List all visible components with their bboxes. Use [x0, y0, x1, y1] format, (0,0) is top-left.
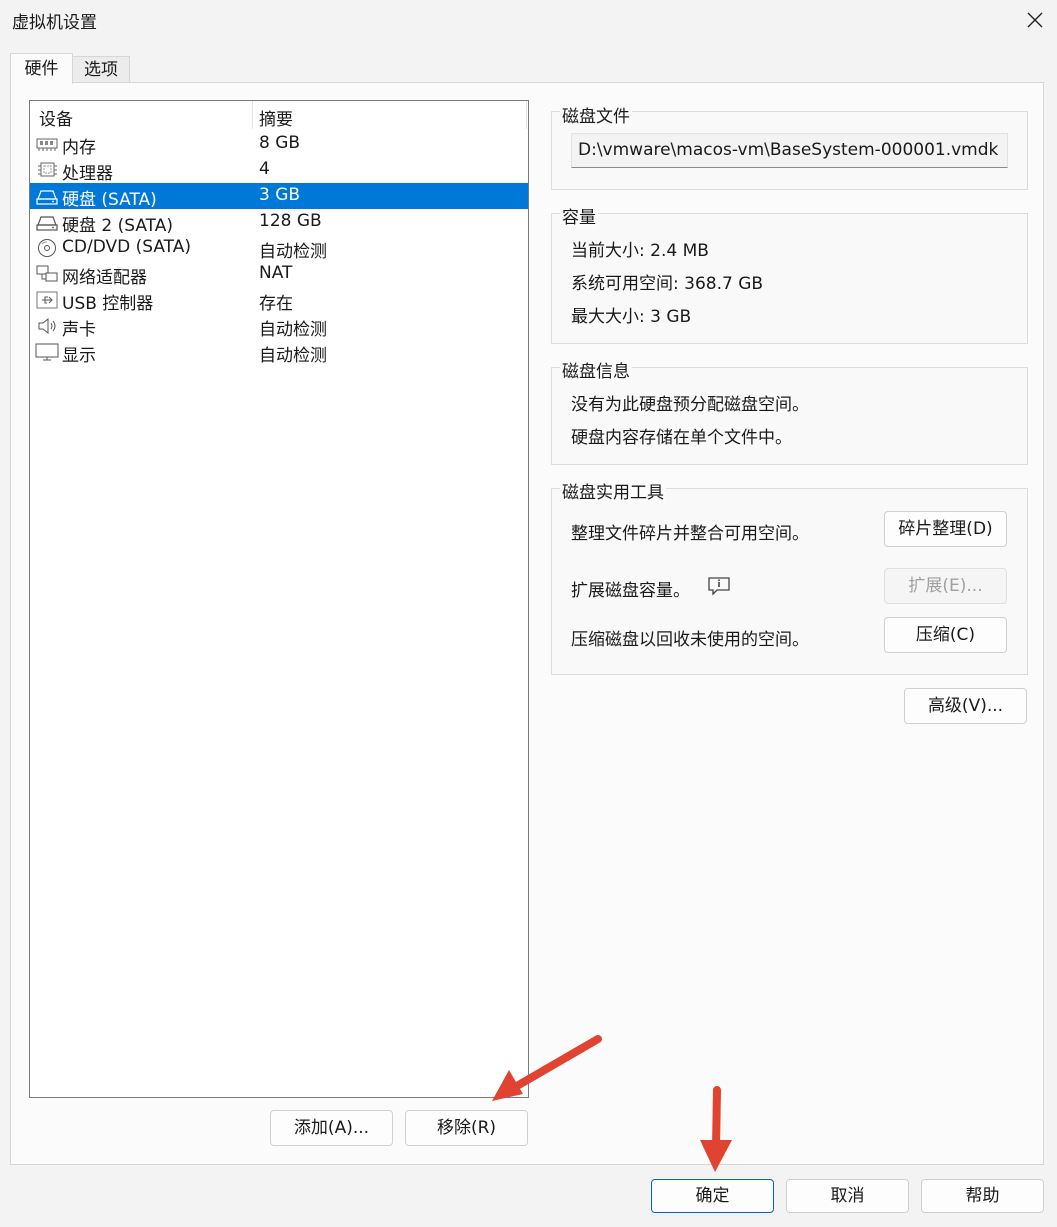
- expand-description: 扩展磁盘容量。: [571, 581, 690, 601]
- help-button[interactable]: 帮助: [921, 1179, 1044, 1213]
- max-size-label: 最大大小:: [571, 307, 645, 327]
- network-adapter-icon: [36, 265, 58, 282]
- available-space-value: 368.7 GB: [684, 274, 764, 294]
- device-name: 声卡: [62, 320, 96, 340]
- available-space-label: 系统可用空间:: [571, 274, 679, 294]
- device-row-hard-disk-2[interactable]: 硬盘 2 (SATA) 128 GB: [30, 209, 528, 236]
- disk-info-line: 没有为此硬盘预分配磁盘空间。: [571, 395, 809, 415]
- usb-icon: [36, 291, 58, 309]
- device-name: 内存: [62, 138, 96, 158]
- disk-utilities-group-title: 磁盘实用工具: [560, 478, 666, 503]
- remove-button[interactable]: 移除(R): [405, 1110, 528, 1146]
- device-summary: 3 GB: [259, 185, 301, 205]
- device-name: 处理器: [62, 164, 113, 184]
- column-divider[interactable]: [252, 101, 253, 129]
- max-size-row: 最大大小: 3 GB: [571, 302, 691, 327]
- current-size-label: 当前大小:: [571, 241, 645, 261]
- device-summary: 自动检测: [259, 346, 327, 366]
- disk-file-group-title: 磁盘文件: [560, 102, 632, 127]
- hard-disk-icon: [36, 190, 58, 205]
- current-size-row: 当前大小: 2.4 MB: [571, 236, 709, 261]
- compact-description: 压缩磁盘以回收未使用的空间。: [571, 630, 809, 650]
- tab-hardware[interactable]: 硬件: [10, 53, 73, 84]
- capacity-group-title: 容量: [560, 203, 598, 228]
- device-name: 硬盘 (SATA): [62, 190, 157, 210]
- cd-dvd-icon: [38, 239, 56, 257]
- device-row-display[interactable]: 显示 自动检测: [30, 339, 528, 366]
- device-row-memory[interactable]: 内存 8 GB: [30, 131, 528, 158]
- device-summary: 4: [259, 159, 270, 179]
- info-icon[interactable]: [707, 576, 731, 596]
- device-summary: 自动检测: [259, 320, 327, 340]
- device-row-cd-dvd[interactable]: CD/DVD (SATA) 自动检测: [30, 235, 528, 262]
- disk-info-group-title: 磁盘信息: [560, 357, 632, 382]
- column-header-device[interactable]: 设备: [39, 105, 73, 130]
- window-title: 虚拟机设置: [12, 13, 97, 33]
- defrag-description: 整理文件碎片并整合可用空间。: [571, 524, 809, 544]
- device-summary: 存在: [259, 294, 293, 314]
- current-size-value: 2.4 MB: [650, 241, 709, 261]
- close-button[interactable]: [1012, 0, 1057, 40]
- device-name: CD/DVD (SATA): [62, 237, 191, 257]
- device-summary: 8 GB: [259, 133, 301, 153]
- device-row-hard-disk[interactable]: 硬盘 (SATA) 3 GB: [30, 183, 528, 210]
- device-row-sound-card[interactable]: 声卡 自动检测: [30, 313, 528, 340]
- available-space-row: 系统可用空间: 368.7 GB: [571, 269, 763, 294]
- add-button[interactable]: 添加(A)...: [270, 1110, 393, 1146]
- device-summary: 自动检测: [259, 242, 327, 262]
- close-icon: [1027, 12, 1042, 28]
- device-name: USB 控制器: [62, 294, 154, 314]
- device-row-network-adapter[interactable]: 网络适配器 NAT: [30, 261, 528, 288]
- device-summary: NAT: [259, 263, 293, 283]
- disk-file-path-field[interactable]: D:\vmware\macos-vm\BaseSystem-000001.vmd…: [571, 133, 1008, 168]
- device-row-usb-controller[interactable]: USB 控制器 存在: [30, 287, 528, 314]
- defragment-button[interactable]: 碎片整理(D): [884, 511, 1007, 547]
- memory-icon: [36, 138, 58, 151]
- processor-icon: [38, 162, 57, 177]
- tab-options[interactable]: 选项: [73, 56, 130, 83]
- device-name: 硬盘 2 (SATA): [62, 216, 173, 236]
- compact-button[interactable]: 压缩(C): [884, 617, 1007, 653]
- max-size-value: 3 GB: [650, 307, 692, 327]
- column-header-summary[interactable]: 摘要: [259, 105, 293, 130]
- title-bar: 虚拟机设置: [0, 0, 1057, 42]
- advanced-button[interactable]: 高级(V)...: [904, 688, 1027, 724]
- speaker-icon: [38, 317, 56, 335]
- disk-info-line: 硬盘内容存储在单个文件中。: [571, 428, 792, 448]
- device-summary: 128 GB: [259, 211, 322, 231]
- ok-button[interactable]: 确定: [651, 1179, 774, 1213]
- device-row-processor[interactable]: 处理器 4: [30, 157, 528, 184]
- list-header: 设备 摘要: [30, 101, 528, 130]
- expand-button[interactable]: 扩展(E)...: [884, 568, 1007, 604]
- column-divider: [526, 101, 527, 129]
- hard-disk-icon: [36, 216, 58, 231]
- device-list[interactable]: 设备 摘要 内存 8 GB 处理器 4 硬盘 (SATA) 3 GB 硬盘 2 …: [29, 100, 529, 1098]
- device-name: 显示: [62, 346, 96, 366]
- cancel-button[interactable]: 取消: [786, 1179, 909, 1213]
- monitor-icon: [35, 343, 59, 361]
- device-name: 网络适配器: [62, 268, 147, 288]
